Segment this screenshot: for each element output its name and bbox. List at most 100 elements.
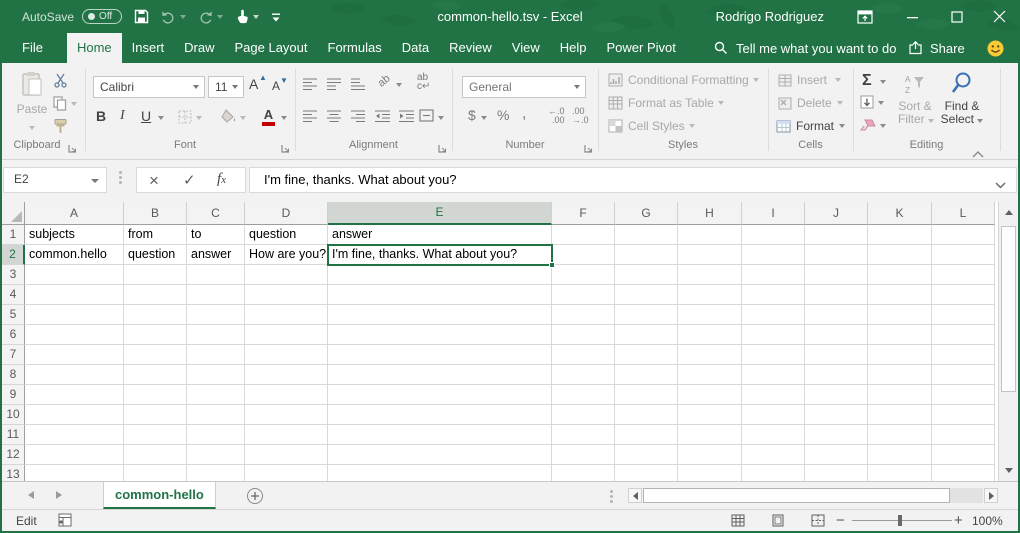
percent-style-button[interactable]: % (497, 107, 509, 123)
ribbon-display-options-button[interactable] (850, 0, 880, 33)
fill-color-button[interactable] (221, 109, 237, 129)
cell-H1[interactable] (678, 225, 742, 245)
cell-C1[interactable]: to (187, 225, 245, 245)
cell-G11[interactable] (615, 425, 678, 445)
cell-C6[interactable] (187, 325, 245, 345)
cell-A6[interactable] (25, 325, 124, 345)
column-header-E[interactable]: E (328, 202, 552, 225)
cell-B2[interactable]: question (124, 245, 187, 265)
expand-formula-bar-button[interactable] (995, 176, 1006, 194)
cell-C4[interactable] (187, 285, 245, 305)
vertical-scrollbar[interactable] (998, 202, 1018, 481)
cell-E11[interactable] (328, 425, 552, 445)
cell-G10[interactable] (615, 405, 678, 425)
row-header-7[interactable]: 7 (2, 345, 25, 365)
format-painter-button[interactable] (53, 118, 68, 139)
align-middle-button[interactable] (327, 77, 341, 95)
cell-J12[interactable] (805, 445, 868, 465)
tab-home[interactable]: Home (67, 33, 122, 63)
maximize-button[interactable] (942, 0, 972, 33)
row-header-2[interactable]: 2 (2, 245, 25, 265)
cell-C11[interactable] (187, 425, 245, 445)
column-header-B[interactable]: B (124, 202, 187, 225)
cell-K1[interactable] (868, 225, 932, 245)
copy-button[interactable] (53, 96, 77, 111)
accounting-format-button[interactable]: $ (468, 107, 476, 123)
minimize-button[interactable] (898, 0, 928, 33)
cell-B9[interactable] (124, 385, 187, 405)
delete-cells-button[interactable]: Delete (778, 96, 843, 110)
cell-F13[interactable] (552, 465, 615, 481)
cell-E8[interactable] (328, 365, 552, 385)
zoom-in-button[interactable]: + (954, 512, 963, 529)
align-top-button[interactable] (303, 77, 317, 95)
cell-L13[interactable] (932, 465, 995, 481)
cell-A11[interactable] (25, 425, 124, 445)
hscroll-left-button[interactable] (628, 488, 642, 503)
row-header-6[interactable]: 6 (2, 325, 25, 345)
cell-C10[interactable] (187, 405, 245, 425)
cell-B6[interactable] (124, 325, 187, 345)
cell-B1[interactable]: from (124, 225, 187, 245)
cell-D13[interactable] (245, 465, 328, 481)
increase-font-button[interactable]: A▲ (249, 76, 258, 92)
column-header-J[interactable]: J (805, 202, 868, 225)
sort-filter-button[interactable]: AZ Sort &Filter (898, 73, 932, 126)
cell-K9[interactable] (868, 385, 932, 405)
row-header-9[interactable]: 9 (2, 385, 25, 405)
cell-E4[interactable] (328, 285, 552, 305)
row-header-4[interactable]: 4 (2, 285, 25, 305)
cell-E5[interactable] (328, 305, 552, 325)
formula-bar-handle[interactable] (119, 171, 122, 186)
cell-I2[interactable] (742, 245, 805, 265)
cell-I4[interactable] (742, 285, 805, 305)
close-button[interactable] (984, 0, 1014, 33)
cell-I12[interactable] (742, 445, 805, 465)
tab-file[interactable]: File (10, 33, 55, 63)
row-header-10[interactable]: 10 (2, 405, 25, 425)
cell-I10[interactable] (742, 405, 805, 425)
cell-L10[interactable] (932, 405, 995, 425)
conditional-formatting-button[interactable]: Conditional Formatting (608, 73, 759, 87)
format-cells-button[interactable]: Format (776, 119, 845, 133)
cell-styles-button[interactable]: Cell Styles (608, 119, 695, 133)
cell-I7[interactable] (742, 345, 805, 365)
cell-C3[interactable] (187, 265, 245, 285)
cell-A5[interactable] (25, 305, 124, 325)
cell-B10[interactable] (124, 405, 187, 425)
horizontal-scroll-thumb[interactable] (643, 488, 950, 503)
cell-J7[interactable] (805, 345, 868, 365)
cell-K8[interactable] (868, 365, 932, 385)
cell-B8[interactable] (124, 365, 187, 385)
cell-G4[interactable] (615, 285, 678, 305)
tab-view[interactable]: View (502, 33, 550, 63)
row-header-11[interactable]: 11 (2, 425, 25, 445)
cell-J13[interactable] (805, 465, 868, 481)
new-sheet-button[interactable] (247, 488, 263, 504)
cell-D10[interactable] (245, 405, 328, 425)
cell-I5[interactable] (742, 305, 805, 325)
cell-G1[interactable] (615, 225, 678, 245)
cell-K4[interactable] (868, 285, 932, 305)
column-header-K[interactable]: K (868, 202, 932, 225)
cell-A10[interactable] (25, 405, 124, 425)
cell-F11[interactable] (552, 425, 615, 445)
borders-button[interactable] (178, 110, 192, 129)
format-as-table-button[interactable]: Format as Table (608, 96, 724, 110)
alignment-dialog-launcher[interactable] (438, 140, 448, 150)
increase-decimal-button[interactable]: ←.0.00 (548, 107, 565, 124)
row-header-12[interactable]: 12 (2, 445, 25, 465)
cell-L11[interactable] (932, 425, 995, 445)
fill-handle[interactable] (549, 262, 555, 268)
decrease-indent-button[interactable] (375, 109, 390, 127)
cell-A13[interactable] (25, 465, 124, 481)
cell-D7[interactable] (245, 345, 328, 365)
cell-G12[interactable] (615, 445, 678, 465)
cell-D8[interactable] (245, 365, 328, 385)
cell-B7[interactable] (124, 345, 187, 365)
autosum-button[interactable]: Σ (862, 72, 872, 90)
cell-E6[interactable] (328, 325, 552, 345)
cut-button[interactable] (53, 73, 68, 93)
cell-L9[interactable] (932, 385, 995, 405)
cell-A2[interactable]: common.hello (25, 245, 124, 265)
